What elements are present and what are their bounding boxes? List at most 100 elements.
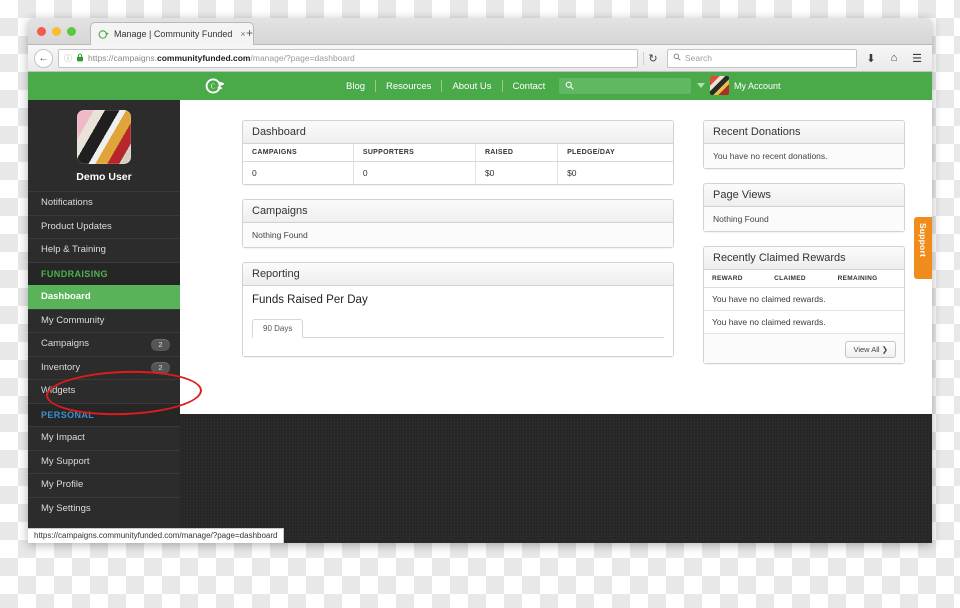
column-header-supporters: SUPPORTERS [353, 144, 476, 162]
page-views-panel: Page Views Nothing Found [703, 183, 905, 232]
panel-title: Dashboard [243, 121, 673, 144]
page-info-icon[interactable]: ⓘ [64, 53, 72, 64]
sidebar-item-label: My Support [41, 455, 90, 467]
browser-tab[interactable]: Manage | Community Funded × [90, 22, 254, 45]
back-button[interactable]: ← [34, 48, 53, 68]
minimize-window-button[interactable] [52, 27, 61, 36]
my-account-link[interactable]: My Account [734, 81, 781, 91]
browser-tab-title: Manage | Community Funded [114, 29, 233, 39]
menu-icon[interactable]: ☰ [908, 52, 926, 65]
table-row: You have no claimed rewards. [704, 310, 904, 334]
search-icon [673, 53, 681, 63]
campaigns-empty-text: Nothing Found [243, 223, 673, 247]
sidebar-item-widgets[interactable]: Widgets [28, 379, 180, 403]
sidebar-profile: Demo User [28, 100, 180, 191]
rewards-empty-text: You have no claimed rewards. [704, 287, 904, 311]
avatar[interactable] [77, 110, 131, 164]
window-controls [37, 27, 76, 36]
sidebar-section-label: PERSONAL [41, 409, 95, 420]
sidebar-item-label: My Profile [41, 479, 84, 490]
sidebar-item-label: My Community [41, 314, 105, 326]
chevron-down-icon[interactable] [697, 83, 705, 88]
maximize-window-button[interactable] [67, 27, 76, 36]
browser-toolbar: ← ⓘ https://campaigns.communityfunded.co… [28, 45, 932, 72]
nav-link-contact[interactable]: Contact [503, 81, 556, 92]
rewards-empty-text: You have no claimed rewards. [704, 310, 904, 334]
nav-link-blog[interactable]: Blog [336, 81, 375, 92]
nav-link-about-us[interactable]: About Us [442, 81, 501, 92]
sidebar: Demo User Notifications Product Updates … [28, 100, 180, 543]
sidebar-section-label: FUNDRAISING [41, 268, 108, 279]
table-row: You have no claimed rewards. [704, 287, 904, 311]
table-row: 0 0 $0 $0 [243, 161, 673, 184]
report-tabs: 90 Days [252, 315, 664, 338]
avatar[interactable] [710, 76, 729, 95]
sidebar-nav: Notifications Product Updates Help & Tra… [28, 191, 180, 520]
badge-count: 2 [151, 338, 170, 351]
recently-claimed-rewards-panel: Recently Claimed Rewards REWARD CLAIMED … [703, 246, 905, 364]
browser-search-input[interactable]: Search [667, 48, 857, 68]
address-bar[interactable]: ⓘ https://campaigns.communityfunded.com/… [58, 48, 638, 68]
sidebar-section-fundraising: FUNDRAISING [28, 261, 180, 285]
column-header-claimed: CLAIMED [766, 270, 830, 288]
panel-title: Campaigns [243, 200, 673, 223]
badge-count: 2 [151, 362, 170, 374]
sidebar-item-label: Help & Training [41, 244, 106, 255]
sidebar-item-label: Notifications [41, 197, 93, 208]
downloads-icon[interactable]: ⬇ [862, 52, 880, 65]
site-header: C Blog Resources About Us Contact My Acc… [28, 72, 932, 100]
sidebar-section-personal: PERSONAL [28, 402, 180, 426]
sidebar-item-notifications[interactable]: Notifications [28, 191, 180, 215]
sidebar-item-label: My Settings [41, 502, 91, 514]
status-bar-link-preview: https://campaigns.communityfunded.com/ma… [28, 528, 285, 543]
rewards-footer: View All ❯ [704, 334, 904, 363]
sidebar-item-my-support[interactable]: My Support [28, 449, 180, 474]
column-header-raised: RAISED [475, 144, 559, 162]
sidebar-item-my-settings[interactable]: My Settings [28, 496, 180, 521]
home-icon[interactable]: ⌂ [885, 52, 903, 64]
column-header-reward: REWARD [704, 270, 767, 288]
svg-text:C: C [211, 84, 216, 91]
reporting-panel: Reporting Funds Raised Per Day 90 Days [242, 262, 674, 357]
stat-campaigns: 0 [243, 161, 354, 184]
new-tab-button[interactable]: + [246, 26, 253, 40]
nav-link-resources[interactable]: Resources [376, 81, 441, 92]
url-scheme: https://campaigns. [88, 53, 157, 63]
search-icon [565, 81, 574, 92]
browser-tab-strip: Manage | Community Funded × + [28, 18, 932, 45]
sidebar-item-campaigns[interactable]: Campaigns 2 [28, 332, 180, 356]
page-views-empty-text: Nothing Found [704, 207, 904, 231]
chevron-right-icon: ❯ [881, 345, 888, 354]
support-tab[interactable]: Support [914, 217, 932, 279]
report-chart-area [243, 338, 673, 356]
recent-donations-panel: Recent Donations You have no recent dona… [703, 120, 905, 169]
close-window-button[interactable] [37, 27, 46, 36]
url-path: /manage/?page=dashboard [250, 53, 355, 63]
side-column: Recent Donations You have no recent dona… [703, 120, 905, 378]
lock-icon [76, 53, 84, 64]
main-content: Dashboard CAMPAIGNS SUPPORTERS RAISED PL… [180, 100, 932, 414]
address-bar-url: https://campaigns.communityfunded.com/ma… [88, 53, 355, 63]
stat-pledge-per-day: $0 [557, 161, 673, 184]
sidebar-item-my-community[interactable]: My Community [28, 308, 180, 333]
sidebar-item-my-profile[interactable]: My Profile [28, 473, 180, 497]
sidebar-item-help-training[interactable]: Help & Training [28, 238, 180, 262]
view-all-button[interactable]: View All ❯ [845, 341, 896, 358]
sidebar-item-dashboard[interactable]: Dashboard [28, 285, 180, 309]
stat-supporters: 0 [353, 161, 476, 184]
sidebar-item-inventory[interactable]: Inventory 2 [28, 355, 180, 380]
panel-title: Recently Claimed Rewards [704, 247, 904, 270]
profile-name: Demo User [76, 171, 132, 183]
sidebar-item-my-impact[interactable]: My Impact [28, 426, 180, 450]
page-viewport: C Blog Resources About Us Contact My Acc… [28, 72, 932, 543]
site-nav: Blog Resources About Us Contact [336, 80, 555, 92]
site-search-input[interactable] [559, 78, 691, 94]
tab-90-days[interactable]: 90 Days [252, 319, 304, 338]
sidebar-item-label: Product Updates [41, 220, 112, 232]
close-icon[interactable]: × [240, 29, 245, 39]
rewards-table: REWARD CLAIMED REMAINING You have no cla… [704, 270, 904, 334]
sidebar-item-product-updates[interactable]: Product Updates [28, 214, 180, 239]
community-funded-logo-icon[interactable]: C [204, 76, 226, 96]
browser-search-placeholder: Search [685, 53, 712, 63]
reload-icon[interactable]: ↻ [643, 51, 662, 65]
